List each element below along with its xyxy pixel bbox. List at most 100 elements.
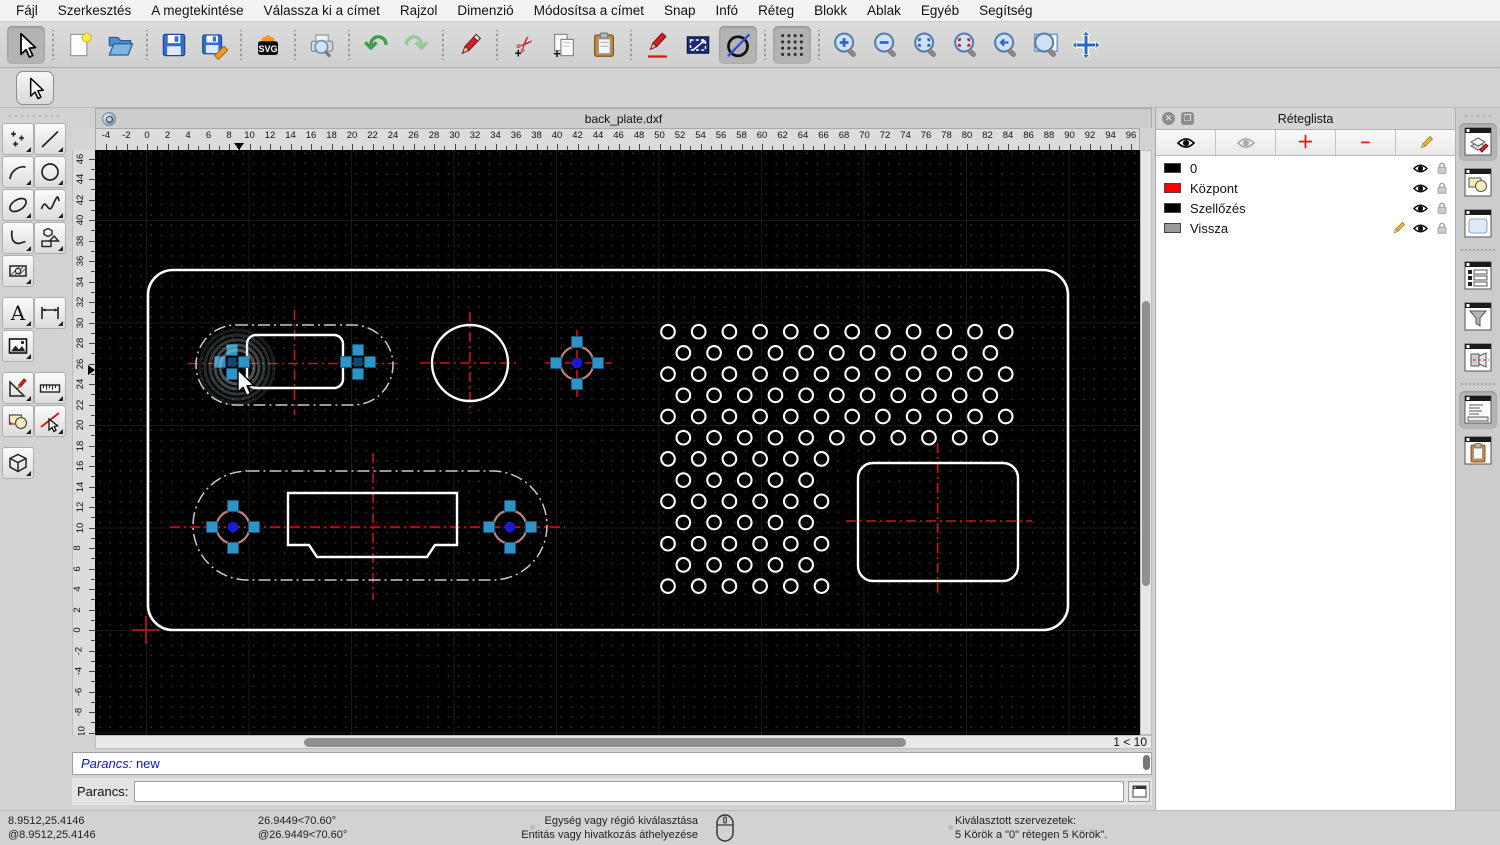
vent-hole[interactable] <box>936 323 953 340</box>
vent-hole[interactable] <box>752 366 768 382</box>
vent-hole[interactable] <box>690 578 707 594</box>
vent-hole[interactable] <box>967 323 983 340</box>
layer-row-szellőzés[interactable]: Szellőzés <box>1156 198 1455 218</box>
vent-hole[interactable] <box>690 323 707 340</box>
vent-hole[interactable] <box>982 429 999 446</box>
vent-hole[interactable] <box>921 345 937 361</box>
vent-hole[interactable] <box>875 366 891 382</box>
vent-hole[interactable] <box>982 387 999 404</box>
vent-hole[interactable] <box>875 408 891 425</box>
selection-handle[interactable] <box>483 521 495 533</box>
print-preview-button[interactable] <box>303 26 341 64</box>
menu-ablak[interactable]: Ablak <box>857 0 911 22</box>
current-tool-select-button[interactable] <box>16 71 54 105</box>
horizontal-scrollbar[interactable]: 1 < 10 <box>95 735 1152 749</box>
selection-handle-center[interactable] <box>227 357 237 367</box>
vent-hole[interactable] <box>675 387 692 404</box>
dock-library-browser-button[interactable] <box>1459 205 1497 243</box>
vent-hole[interactable] <box>936 408 953 425</box>
vent-hole[interactable] <box>660 535 676 552</box>
vent-hole[interactable] <box>921 429 937 446</box>
pen-edit-button[interactable] <box>639 26 677 64</box>
deselect-button[interactable] <box>719 25 757 64</box>
tool-circle-button[interactable] <box>34 156 66 188</box>
zoom-auto-button[interactable] <box>907 26 945 64</box>
vent-hole[interactable] <box>782 451 799 467</box>
vent-hole[interactable] <box>660 366 676 382</box>
zoom-window-button[interactable] <box>1027 26 1065 64</box>
tool-shapes-button[interactable] <box>34 222 66 254</box>
vent-hole[interactable] <box>675 429 692 446</box>
layer-lock-icon[interactable] <box>1435 201 1449 215</box>
menu-blokk[interactable]: Blokk <box>804 0 857 22</box>
menu-r-teg[interactable]: Réteg <box>748 0 804 22</box>
vent-hole[interactable] <box>767 429 784 446</box>
dock-clipboard-widget-button[interactable] <box>1459 432 1497 470</box>
vent-hole[interactable] <box>782 578 799 594</box>
vent-hole[interactable] <box>828 387 845 404</box>
vent-hole[interactable] <box>675 557 692 573</box>
vent-hole[interactable] <box>721 451 738 467</box>
vent-hole[interactable] <box>828 429 845 446</box>
vent-hole[interactable] <box>752 578 768 594</box>
select-button[interactable] <box>7 25 45 64</box>
tool-line-button[interactable] <box>34 123 66 155</box>
add-layer-button[interactable]: ＋ <box>1276 130 1336 155</box>
vent-hole[interactable] <box>890 387 907 404</box>
vent-hole[interactable] <box>951 429 968 446</box>
new-button[interactable] <box>61 26 99 64</box>
vent-hole[interactable] <box>844 366 861 382</box>
zoom-in-button[interactable] <box>827 26 865 64</box>
layer-visible-eye-icon[interactable] <box>1412 182 1429 195</box>
vent-hole[interactable] <box>721 323 738 340</box>
history-scrollbar-thumb[interactable] <box>1143 755 1150 770</box>
vent-hole[interactable] <box>721 408 738 425</box>
zoom-pan-button[interactable] <box>1067 26 1105 64</box>
zoom-redraw-button[interactable] <box>947 26 985 64</box>
tool-points-button[interactable] <box>2 123 34 155</box>
vent-hole[interactable] <box>721 493 738 510</box>
dock-command-widget-button[interactable] <box>1459 391 1497 429</box>
tool-spline-button[interactable] <box>34 189 66 221</box>
menu-a-megtekint-se[interactable]: A megtekintése <box>141 0 253 22</box>
tool-polyline-button[interactable] <box>2 222 34 254</box>
vent-hole[interactable] <box>844 408 861 425</box>
selection-handle[interactable] <box>504 542 516 554</box>
vent-hole[interactable] <box>767 514 784 531</box>
selection-handle[interactable] <box>571 336 583 348</box>
tool-modify-button[interactable] <box>2 372 34 404</box>
vent-hole[interactable] <box>798 557 815 573</box>
selection-handle[interactable] <box>206 521 218 533</box>
palette-drag-handle[interactable] <box>6 111 62 121</box>
vent-hole[interactable] <box>798 514 815 531</box>
dock-drag-handle[interactable] <box>1464 112 1492 120</box>
layer-row-0[interactable]: 0 <box>1156 158 1455 178</box>
document-title-bar[interactable]: back_plate.dxf <box>95 108 1152 128</box>
menu-f-jl[interactable]: Fájl <box>6 0 48 22</box>
zoom-out-button[interactable] <box>867 26 905 64</box>
vent-hole[interactable] <box>798 345 815 361</box>
vent-hole[interactable] <box>690 535 707 552</box>
vent-hole[interactable] <box>997 366 1014 382</box>
vent-hole[interactable] <box>767 557 784 573</box>
vent-hole[interactable] <box>675 345 692 361</box>
tool-hatch-button[interactable] <box>2 255 34 287</box>
vent-hole[interactable] <box>798 472 815 488</box>
vent-hole[interactable] <box>967 366 983 382</box>
vent-hole[interactable] <box>798 387 815 404</box>
selection-handle[interactable] <box>364 356 376 368</box>
center-point[interactable] <box>571 357 583 369</box>
selection-handle[interactable] <box>227 542 239 554</box>
tool-block-button[interactable] <box>2 405 34 437</box>
selection-handle[interactable] <box>340 356 352 368</box>
vent-hole[interactable] <box>721 535 738 552</box>
hide-all-layers-button[interactable] <box>1216 130 1276 155</box>
vent-hole[interactable] <box>997 408 1014 425</box>
vent-hole[interactable] <box>905 366 922 382</box>
horizontal-scrollbar-thumb[interactable] <box>304 738 906 747</box>
dock-entity-list-button[interactable] <box>1459 257 1497 295</box>
layer-color-swatch[interactable] <box>1164 163 1181 173</box>
menu-seg-ts-g[interactable]: Segítség <box>969 0 1042 22</box>
vent-hole[interactable] <box>706 514 722 531</box>
vent-hole[interactable] <box>844 323 861 340</box>
